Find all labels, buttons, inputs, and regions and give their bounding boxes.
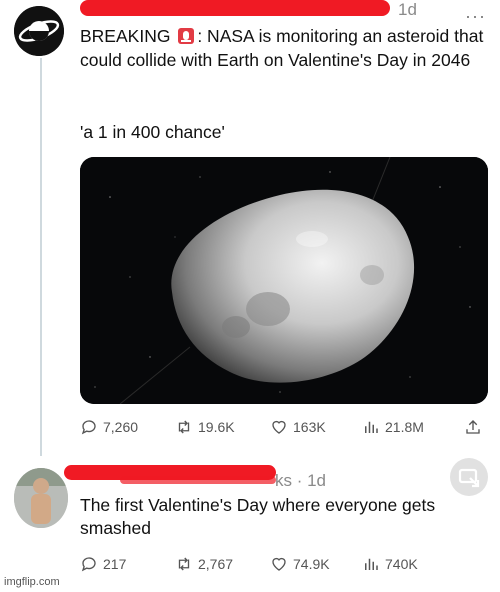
redacted-handle-bar — [120, 476, 276, 484]
siren-emoji-icon — [178, 28, 195, 44]
tweet2-timestamp: ks · 1d — [275, 471, 327, 490]
retweet-count: 19.6K — [198, 419, 235, 435]
reply-count: 7,260 — [103, 419, 139, 435]
share-button[interactable] — [464, 415, 482, 439]
retweet-count: 2,767 — [198, 556, 234, 572]
retweet-button[interactable]: 19.6K — [175, 415, 235, 439]
reply-icon — [81, 557, 96, 572]
retweet-icon — [178, 557, 190, 571]
tweet1-text: BREAKING : NASA is monitoring an asteroi… — [80, 24, 490, 72]
retweet-button[interactable]: 2,767 — [175, 552, 233, 576]
heart-icon — [272, 420, 286, 434]
tweet1-action-bar: 7,260 19.6K 163K 21.8M — [80, 415, 490, 439]
avatar[interactable] — [14, 468, 68, 528]
avatar[interactable] — [14, 6, 64, 56]
views-bar-chart-icon — [365, 421, 378, 433]
view-count: 21.8M — [385, 419, 424, 435]
planet-logo-icon — [14, 6, 64, 56]
tweet1-header — [80, 0, 480, 20]
redacted-username-bar — [80, 0, 390, 16]
views-button[interactable]: 740K — [362, 552, 418, 576]
asteroid-illustration — [80, 157, 488, 404]
tweet2-action-bar: 217 2,767 74.9K 740K — [80, 552, 490, 576]
reply-button[interactable]: 217 — [80, 552, 126, 576]
like-button[interactable]: 74.9K — [270, 552, 330, 576]
share-icon — [466, 420, 480, 434]
like-count: 74.9K — [293, 556, 330, 572]
reply-count: 217 — [103, 556, 127, 572]
asteroid-image[interactable] — [80, 157, 488, 404]
imgflip-watermark: imgflip.com — [4, 576, 60, 588]
tweet1-quote: 'a 1 in 400 chance' — [80, 122, 225, 142]
person-avatar-icon — [14, 468, 68, 528]
tweet2-text: The first Valentine's Day where everyone… — [80, 495, 436, 538]
retweet-icon — [178, 420, 190, 434]
reply-icon — [81, 420, 96, 435]
views-button[interactable]: 21.8M — [362, 415, 424, 439]
thread-connector-line — [40, 58, 42, 456]
like-count: 163K — [293, 419, 326, 435]
views-bar-chart-icon — [365, 558, 378, 570]
like-button[interactable]: 163K — [270, 415, 326, 439]
reply-button[interactable]: 7,260 — [80, 415, 138, 439]
expand-media-icon[interactable] — [450, 458, 488, 496]
view-count: 740K — [385, 556, 418, 572]
breaking-label: BREAKING — [80, 26, 171, 46]
heart-icon — [272, 557, 286, 571]
tweet1-timestamp: 1d — [398, 0, 417, 19]
